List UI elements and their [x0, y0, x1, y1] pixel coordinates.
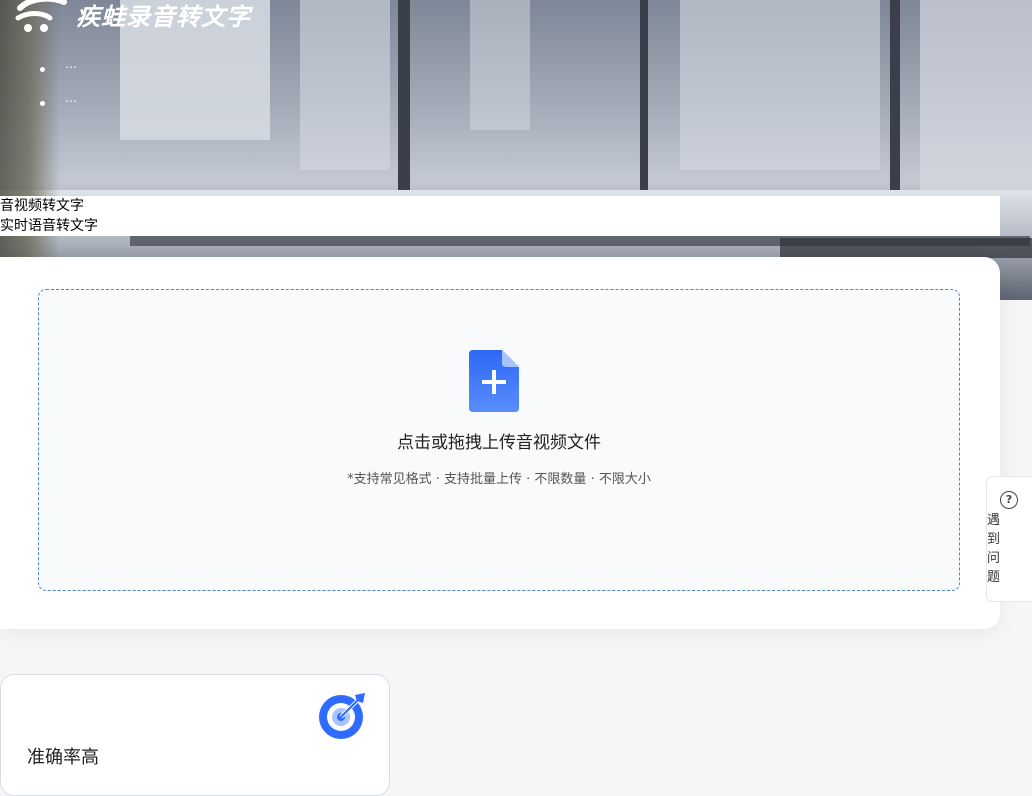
brand-logo[interactable]: 疾蛙录音转文字	[14, 0, 251, 34]
nav-menu: … …	[40, 52, 77, 120]
nav-menu-label: …	[65, 57, 77, 71]
target-icon	[319, 693, 365, 739]
brand-name: 疾蛙录音转文字	[76, 2, 251, 31]
upload-dropzone[interactable]: 点击或拖拽上传音视频文件 *支持常见格式 · 支持批量上传 · 不限数量 · 不…	[38, 289, 960, 591]
nav-menu-label: …	[65, 91, 77, 105]
tab-av-to-text[interactable]: 音视频转文字	[0, 196, 1000, 216]
help-label: 遇到问题	[987, 513, 1001, 585]
hero-banner	[0, 0, 1032, 300]
nav-menu-item[interactable]: …	[40, 86, 77, 120]
upload-hint: *支持常见格式 · 支持批量上传 · 不限数量 · 不限大小	[347, 472, 651, 487]
bullet-icon	[40, 66, 45, 72]
bullet-icon	[40, 100, 45, 106]
frog-logo-icon	[15, 0, 67, 32]
tab-realtime-speech[interactable]: 实时语音转文字	[0, 216, 1000, 236]
upload-card: 点击或拖拽上传音视频文件 *支持常见格式 · 支持批量上传 · 不限数量 · 不…	[0, 257, 1000, 629]
upload-title: 点击或拖拽上传音视频文件	[397, 433, 601, 453]
nav-menu-item[interactable]: …	[40, 52, 77, 86]
feature-card: 准确率高	[0, 674, 390, 796]
mode-tabs: 音视频转文字 实时语音转文字	[0, 196, 1000, 236]
add-file-icon	[469, 350, 519, 412]
help-button[interactable]: ? 遇到问题	[986, 476, 1032, 602]
question-icon: ?	[1000, 491, 1018, 509]
feature-title: 准确率高	[27, 747, 99, 768]
